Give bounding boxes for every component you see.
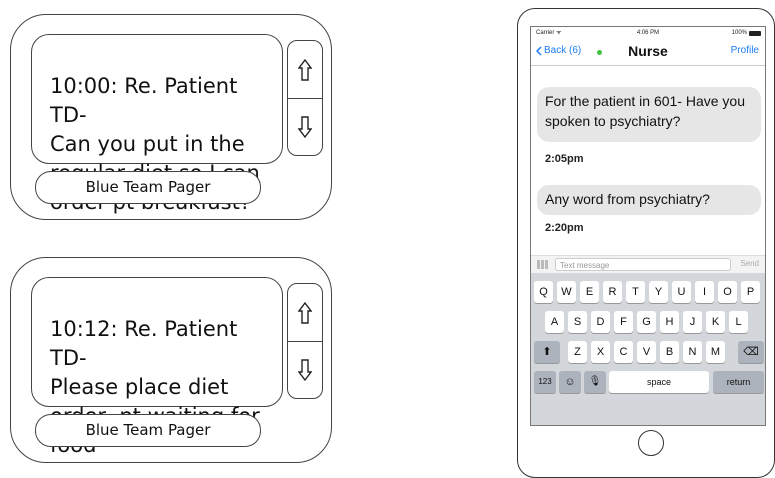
nav-bar: Back (6) Nurse Profile	[531, 39, 765, 66]
down-arrow-icon	[298, 358, 312, 381]
microphone-key[interactable]: 🎙	[584, 371, 606, 393]
pager-message-display: 10:12: Re. Patient TD- Please place diet…	[31, 277, 283, 457]
battery-percent: 100%	[731, 30, 747, 36]
return-key[interactable]: return	[713, 371, 764, 393]
key-g[interactable]: G	[637, 311, 656, 333]
key-e[interactable]: E	[580, 281, 599, 303]
pager-scroll-control	[287, 283, 323, 399]
key-t[interactable]: T	[626, 281, 645, 303]
key-q[interactable]: Q	[534, 281, 553, 303]
apps-grid-icon[interactable]	[537, 260, 549, 269]
message-input[interactable]: Text message	[555, 258, 731, 271]
shift-key[interactable]: ⬆	[534, 341, 560, 363]
emoji-key[interactable]: ☺	[559, 371, 581, 393]
up-arrow-icon	[298, 301, 312, 324]
pager-label: Blue Team Pager	[35, 414, 261, 447]
key-j[interactable]: J	[683, 311, 702, 333]
message-bubble: For the patient in 601- Have you spoken …	[537, 87, 761, 142]
message-timestamp: 2:05pm	[545, 153, 584, 165]
key-c[interactable]: C	[614, 341, 633, 363]
battery-icon	[749, 30, 761, 36]
key-r[interactable]: R	[603, 281, 622, 303]
home-button[interactable]	[638, 430, 664, 456]
pager-device-2: 10:12: Re. Patient TD- Please place diet…	[10, 257, 332, 463]
message-bubble: Any word from psychiatry?	[537, 185, 761, 215]
key-b[interactable]: B	[660, 341, 679, 363]
key-u[interactable]: U	[672, 281, 691, 303]
space-key[interactable]: space	[609, 371, 709, 393]
key-s[interactable]: S	[568, 311, 587, 333]
key-n[interactable]: N	[683, 341, 702, 363]
key-k[interactable]: K	[706, 311, 725, 333]
key-l[interactable]: L	[729, 311, 748, 333]
keyboard: Q W E R T Y U I O P A S D F G H J K L ⬆ …	[531, 273, 765, 425]
key-p[interactable]: P	[741, 281, 760, 303]
key-y[interactable]: Y	[649, 281, 668, 303]
key-w[interactable]: W	[557, 281, 576, 303]
pager-message-display: 10:00: Re. Patient TD- Can you put in th…	[31, 34, 283, 214]
battery-indicator: 100%	[732, 27, 761, 39]
key-a[interactable]: A	[545, 311, 564, 333]
phone-screen: Carrier ᯤ 4:06 PM 100% Back (6) Nurse Pr…	[530, 26, 766, 426]
key-v[interactable]: V	[637, 341, 656, 363]
down-arrow-icon	[298, 115, 312, 138]
pager-scroll-control	[287, 40, 323, 156]
message-timestamp: 2:20pm	[545, 222, 584, 234]
key-o[interactable]: O	[718, 281, 737, 303]
message-input-bar: Text message Send	[531, 255, 765, 274]
key-x[interactable]: X	[591, 341, 610, 363]
pager-label: Blue Team Pager	[35, 171, 261, 204]
delete-key[interactable]: ⌫	[738, 341, 764, 363]
pager-device-1: 10:00: Re. Patient TD- Can you put in th…	[10, 14, 332, 220]
scroll-up-button[interactable]	[288, 284, 322, 341]
numbers-key[interactable]: 123	[534, 371, 556, 393]
scroll-up-button[interactable]	[288, 41, 322, 98]
scroll-down-button[interactable]	[288, 341, 322, 398]
up-arrow-icon	[298, 58, 312, 81]
status-time: 4:06 PM	[636, 30, 660, 36]
profile-button[interactable]: Profile	[731, 45, 759, 56]
status-bar: Carrier ᯤ 4:06 PM 100%	[531, 27, 765, 39]
key-z[interactable]: Z	[568, 341, 587, 363]
key-f[interactable]: F	[614, 311, 633, 333]
key-i[interactable]: I	[695, 281, 714, 303]
scroll-down-button[interactable]	[288, 98, 322, 155]
key-h[interactable]: H	[660, 311, 679, 333]
send-button[interactable]: Send	[740, 259, 759, 268]
key-d[interactable]: D	[591, 311, 610, 333]
key-m[interactable]: M	[706, 341, 725, 363]
